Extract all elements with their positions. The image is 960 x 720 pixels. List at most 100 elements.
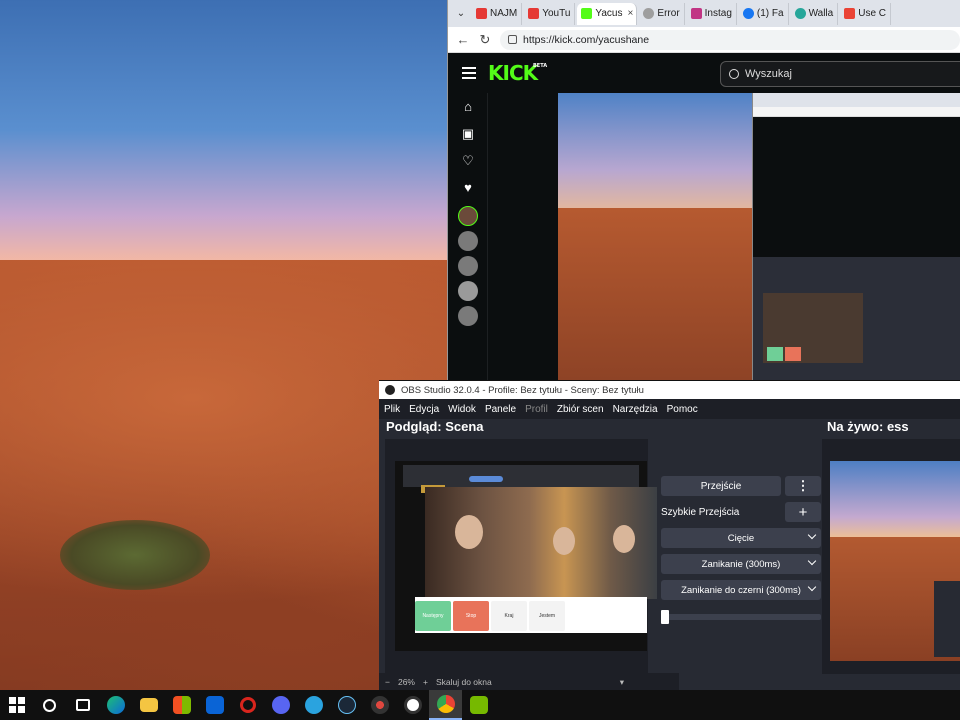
channel-avatar[interactable] (457, 281, 478, 301)
instagram-favicon-icon (690, 8, 702, 19)
tab-label: Instag (704, 8, 732, 19)
live-nested-window (934, 581, 960, 657)
channel-avatar[interactable] (457, 206, 478, 226)
kick-search-input[interactable]: Wyszukaj (720, 61, 960, 87)
preview-jestem-button: Jestem (529, 601, 565, 631)
telegram-icon (304, 696, 323, 714)
search-placeholder: Wyszukaj (745, 68, 792, 80)
taskbar-chrome[interactable] (429, 690, 462, 720)
windows-logo-icon (8, 697, 25, 713)
chevron-down-icon (807, 582, 817, 592)
menu-zbior-scen[interactable]: Zbiór scen (557, 404, 604, 415)
menu-widok[interactable]: Widok (448, 404, 476, 415)
tab-kick-active[interactable]: Yacus × (577, 2, 638, 25)
error-favicon-icon (643, 8, 655, 19)
zoom-out-icon[interactable]: − (385, 677, 390, 687)
tab-label: Error (657, 8, 680, 19)
tab-facebook[interactable]: (1) Fa (739, 2, 789, 25)
kick-logo[interactable]: KICK BETA (488, 61, 547, 85)
task-view-button[interactable] (66, 690, 99, 720)
stream-video-player[interactable] (558, 93, 960, 380)
kick-logo-text: KICK (488, 61, 538, 85)
channel-avatar[interactable] (457, 256, 478, 276)
taskbar-telegram[interactable] (297, 690, 330, 720)
taskbar-edge[interactable] (99, 690, 132, 720)
menu-pomoc[interactable]: Pomoc (667, 404, 698, 415)
taskbar-search[interactable] (33, 690, 66, 720)
browse-icon[interactable]: ▣ (448, 120, 488, 147)
start-button[interactable] (0, 690, 33, 720)
discord-icon (271, 696, 290, 714)
url-field[interactable]: https://kick.com/yacushane (500, 29, 960, 50)
menu-edycja[interactable]: Edycja (409, 404, 439, 415)
tab-gmail[interactable]: Use C (840, 2, 892, 25)
gmail-favicon-icon (844, 8, 856, 19)
task-view-icon (75, 699, 90, 711)
preview-canvas[interactable]: Następny Stop Kraj Jestem (395, 461, 657, 651)
select-label: Zanikanie do czerni (300ms) (681, 584, 801, 596)
close-tab-icon[interactable]: × (627, 8, 633, 19)
following-heart-icon[interactable]: ♡ (448, 147, 488, 174)
tab-error[interactable]: Error (639, 2, 685, 25)
select-label: Zanikanie (300ms) (701, 558, 781, 570)
obs-menubar: Plik Edycja Widok Panele Profil Zbiór sc… (379, 399, 960, 419)
channel-avatar[interactable] (457, 231, 478, 251)
obs-logo-icon (385, 385, 395, 395)
wallpaper-pool (60, 520, 210, 590)
kick-header: KICK BETA Wyszukaj (448, 53, 960, 93)
taskbar-opera[interactable] (231, 690, 264, 720)
tab-label: Use C (858, 8, 887, 19)
zoom-dropdown-arrow-icon[interactable]: ▾ (620, 677, 624, 688)
nested-button-red (785, 347, 801, 361)
tab-label: (1) Fa (756, 8, 784, 19)
tab-label: Walla (808, 8, 834, 19)
tab-search-chevron-icon[interactable]: ⌄ (452, 8, 470, 19)
obs-window-title: OBS Studio 32.0.4 - Profile: Bez tytułu … (401, 384, 644, 396)
zoom-in-icon[interactable]: + (423, 677, 428, 687)
tab-youtube[interactable]: YouTu (524, 2, 576, 25)
transition-select-cut[interactable]: Cięcie (661, 528, 821, 548)
select-label: Cięcie (727, 532, 755, 544)
transition-button[interactable]: Przejście (661, 476, 781, 496)
channel-avatar[interactable] (457, 306, 478, 326)
preview-stop-button: Stop (453, 601, 489, 631)
menu-panele[interactable]: Panele (485, 404, 516, 415)
tab-najm[interactable]: NAJM (472, 2, 523, 25)
nested-tabbar (753, 93, 960, 107)
tab-label: Yacus (595, 8, 623, 19)
kick-page: KICK BETA Wyszukaj ⌂ ▣ ♡ ♥ (448, 53, 960, 380)
search-icon (729, 69, 739, 79)
obs-window: OBS Studio 32.0.4 - Profile: Bez tytułu … (379, 380, 960, 690)
transition-slider[interactable] (661, 610, 821, 624)
zoom-fit-select[interactable]: Skaluj do okna (436, 677, 492, 687)
slider-handle[interactable] (661, 610, 669, 624)
live-panel (822, 439, 960, 674)
tab-label: NAJM (490, 8, 518, 19)
back-arrow-icon[interactable]: ← (456, 32, 470, 47)
taskbar-steam[interactable] (330, 690, 363, 720)
chevron-down-icon (807, 530, 817, 540)
menu-plik[interactable]: Plik (384, 404, 400, 415)
taskbar-store[interactable] (165, 690, 198, 720)
taskbar-mail[interactable] (198, 690, 231, 720)
taskbar-obs[interactable] (396, 690, 429, 720)
taskbar-discord[interactable] (264, 690, 297, 720)
site-info-icon[interactable] (508, 35, 517, 44)
hamburger-menu-icon[interactable] (462, 67, 476, 79)
taskbar-file-explorer[interactable] (132, 690, 165, 720)
menu-narzedzia[interactable]: Narzędzia (613, 404, 658, 415)
home-icon[interactable]: ⌂ (448, 93, 488, 120)
url-text: https://kick.com/yacushane (523, 33, 650, 46)
taskbar-davinci[interactable] (363, 690, 396, 720)
reload-icon[interactable]: ↻ (478, 32, 492, 48)
kebab-menu-icon[interactable]: ⋮ (785, 476, 821, 496)
youtube-favicon-icon (476, 8, 487, 19)
tab-instagram[interactable]: Instag (687, 2, 737, 25)
store-icon (172, 696, 191, 714)
menu-profil[interactable]: Profil (525, 404, 548, 415)
transition-select-fade-black[interactable]: Zanikanie do czerni (300ms) (661, 580, 821, 600)
tab-wallapop[interactable]: Walla (791, 2, 839, 25)
taskbar-nvidia[interactable] (462, 690, 495, 720)
transition-select-fade[interactable]: Zanikanie (300ms) (661, 554, 821, 574)
add-quick-transition-icon[interactable]: + (785, 502, 821, 522)
